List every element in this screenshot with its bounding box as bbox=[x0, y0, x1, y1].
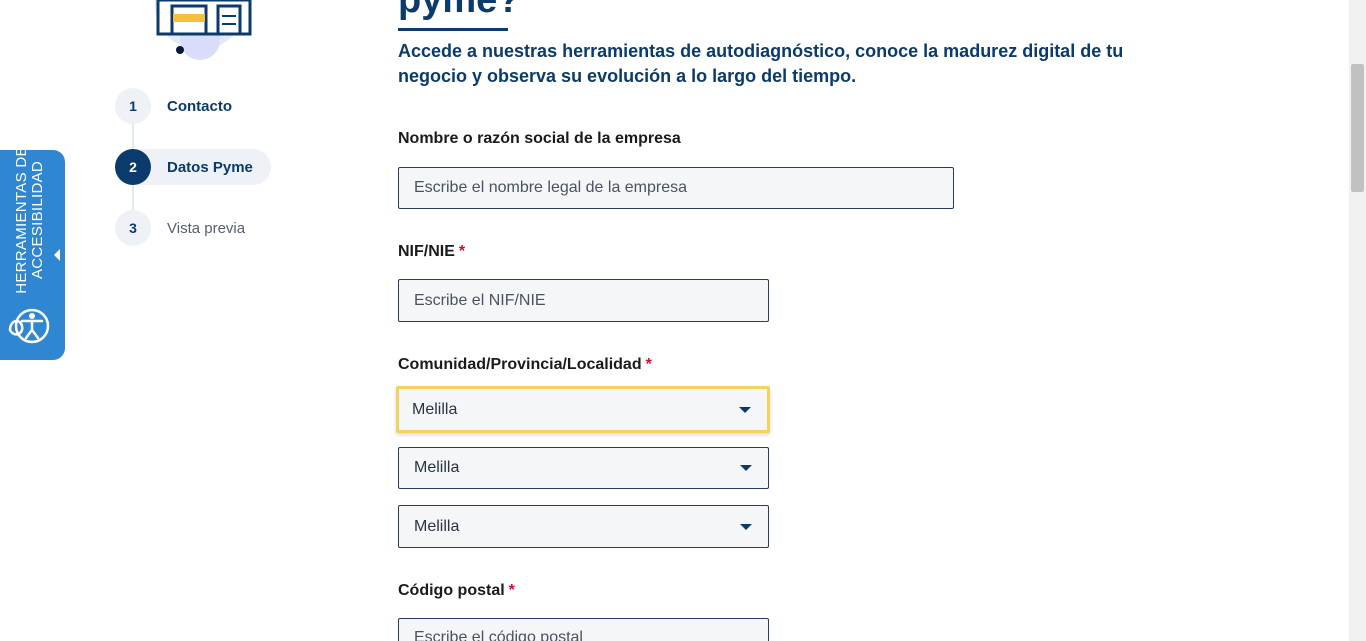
step-label: Contacto bbox=[167, 97, 232, 115]
triangle-left-icon bbox=[54, 249, 60, 261]
location-label-text: Comunidad/Provincia/Localidad bbox=[398, 356, 642, 373]
postal-code-label: Código postal * bbox=[398, 582, 515, 600]
postal-code-label-text: Código postal bbox=[398, 582, 505, 599]
shop-illustration bbox=[155, 0, 252, 60]
province-selected-value: Melilla bbox=[414, 459, 460, 476]
scrollbar-thumb[interactable] bbox=[1351, 64, 1364, 192]
locality-select[interactable]: Melilla bbox=[398, 505, 769, 548]
step-datos-pyme[interactable]: 2 Datos Pyme bbox=[115, 149, 271, 185]
title-underline bbox=[398, 28, 508, 31]
intro-text: Accede a nuestras herramientas de autodi… bbox=[398, 41, 1124, 86]
required-mark: * bbox=[458, 243, 466, 260]
required-mark: * bbox=[645, 356, 652, 373]
postal-code-placeholder: Escribe el código postal bbox=[414, 629, 583, 641]
nif-label: NIF/NIE * bbox=[398, 243, 465, 261]
caret-down-icon bbox=[740, 465, 752, 471]
accessibility-label-line2: ACCESIBILIDAD bbox=[29, 160, 46, 280]
accessibility-icon bbox=[8, 308, 50, 344]
nif-input[interactable]: Escribe el NIF/NIE bbox=[398, 279, 769, 322]
accessibility-label-line1: HERRAMIENTAS DE bbox=[13, 146, 30, 294]
location-label: Comunidad/Provincia/Localidad * bbox=[398, 356, 652, 374]
community-select[interactable]: Melilla bbox=[396, 386, 770, 433]
caret-down-icon bbox=[740, 523, 752, 530]
nif-label-text: NIF/NIE bbox=[398, 243, 455, 260]
community-selected-value: Melilla bbox=[412, 400, 458, 418]
step-number: 2 bbox=[115, 149, 151, 185]
step-label: Datos Pyme bbox=[167, 158, 253, 176]
company-name-placeholder: Escribe el nombre legal de la empresa bbox=[414, 179, 688, 196]
page: 1 Contacto 2 Datos Pyme 3 Vista previa H… bbox=[0, 0, 1366, 641]
accessibility-tools-tab[interactable]: HERRAMIENTAS DE ACCESIBILIDAD bbox=[0, 146, 65, 360]
steps-nav: 1 Contacto 2 Datos Pyme 3 Vista previa bbox=[115, 88, 295, 248]
step-number: 1 bbox=[115, 88, 151, 124]
locality-selected-value: Melilla bbox=[414, 517, 460, 535]
step-vista-previa[interactable]: 3 Vista previa bbox=[115, 210, 245, 246]
nif-placeholder: Escribe el NIF/NIE bbox=[414, 291, 546, 309]
company-name-label-text: Nombre o razón social de la empresa bbox=[398, 130, 681, 147]
step-contacto[interactable]: 1 Contacto bbox=[115, 88, 232, 124]
company-name-input[interactable]: Escribe el nombre legal de la empresa bbox=[398, 167, 954, 209]
caret-down-icon bbox=[739, 406, 751, 413]
company-name-label: Nombre o razón social de la empresa bbox=[398, 130, 681, 148]
postal-code-input[interactable]: Escribe el código postal bbox=[398, 618, 769, 641]
required-mark: * bbox=[508, 582, 515, 599]
province-select[interactable]: Melilla bbox=[398, 447, 769, 489]
page-title: pyme? bbox=[398, 0, 521, 21]
step-label: Vista previa bbox=[167, 219, 246, 237]
accessibility-tab-label: HERRAMIENTAS DE ACCESIBILIDAD bbox=[13, 146, 46, 294]
vertical-scrollbar[interactable] bbox=[1349, 0, 1366, 641]
step-number: 3 bbox=[115, 210, 151, 246]
